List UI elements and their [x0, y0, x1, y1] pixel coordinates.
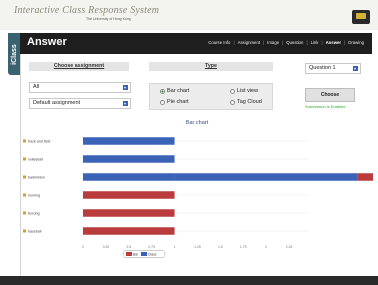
bar [83, 191, 175, 199]
bar [83, 173, 175, 181]
choose-assignment-heading: Choose assignment [29, 62, 129, 71]
x-tick-label: 1 [174, 245, 176, 249]
submission-status: Submission is Enabled [305, 104, 346, 109]
x-tick-label: 2 [265, 245, 267, 249]
nav-course-info[interactable]: Course Info [208, 40, 230, 45]
radio-bar-chart[interactable]: Bar chart [160, 88, 189, 94]
chart-type-box: Bar chart List view Pie chart Tag Cloud [149, 83, 273, 110]
category-label: track and field [28, 140, 50, 144]
page-title: Answer [27, 36, 67, 48]
nav-menu: Course Info | Assignment | Image | Question… [208, 40, 364, 45]
nav-assignment[interactable]: Assignment [238, 40, 260, 45]
radio-unchecked-icon [230, 88, 235, 94]
category-bullet-icon [23, 175, 26, 179]
nav-drawing[interactable]: Drawing [348, 40, 364, 45]
x-tick-label: 1.75 [240, 245, 247, 249]
assignment-filter-value: All [33, 84, 40, 90]
assignment-value: Default assignment [33, 100, 81, 106]
category-label: badminton [28, 176, 45, 180]
legend-swatch [126, 252, 132, 256]
nav-answer[interactable]: Answer [326, 40, 342, 45]
top-navigation-bar: Answer Course Info | Assignment | Image | Q… [20, 33, 372, 54]
legend-label: Bar [133, 253, 139, 257]
radio-pie-chart[interactable]: Pie chart [160, 99, 189, 105]
bar [174, 173, 358, 181]
x-tick-label: 1.5 [218, 245, 223, 249]
chevron-down-icon [123, 101, 128, 106]
nav-link[interactable]: Link [311, 40, 319, 45]
bar-chart: track and field volleyball badminton runnin… [23, 137, 373, 258]
category-bullet-icon [23, 211, 26, 215]
category-label: running [28, 194, 40, 198]
chevron-down-icon [353, 66, 358, 71]
side-tab-label: iClass [10, 43, 18, 65]
legend-label: Class [148, 253, 157, 257]
type-heading: Type [149, 62, 273, 71]
radio-label: List view [237, 88, 259, 94]
radio-tag-cloud[interactable]: Tag Cloud [230, 99, 262, 105]
category-label: baseball [28, 230, 42, 234]
x-tick-label: 2.25 [286, 245, 293, 249]
category-label: volleyball [28, 158, 43, 162]
radio-unchecked-icon [230, 99, 235, 105]
answer-panel: Choose assignment All Default assignment… [20, 54, 373, 276]
radio-list-view[interactable]: List view [230, 88, 258, 94]
category-bullet-icon [23, 139, 26, 143]
category-label: fencing [28, 212, 40, 216]
bar [357, 173, 373, 181]
radio-label: Bar chart [167, 88, 190, 94]
category-bullet-icon [23, 229, 26, 233]
radio-label: Tag Cloud [237, 99, 262, 105]
chart-title: Bar chart [185, 120, 209, 126]
chevron-down-icon [123, 85, 128, 90]
category-bullet-icon [23, 193, 26, 197]
x-tick-label: 0.5 [126, 245, 131, 249]
x-tick-label: 0 [82, 245, 84, 249]
bar [83, 137, 175, 145]
logo-title: Interactive Class Response System [14, 5, 160, 16]
choose-button[interactable]: Choose [305, 88, 355, 102]
radio-label: Pie chart [167, 99, 189, 105]
nav-question[interactable]: Question [286, 40, 303, 45]
bar [83, 227, 175, 235]
x-tick-label: 1.25 [194, 245, 201, 249]
footer-bar [0, 276, 378, 285]
assignment-select[interactable]: Default assignment [29, 98, 131, 109]
legend-swatch [141, 252, 147, 256]
monitor-icon[interactable] [352, 10, 370, 24]
app-header: Interactive Class Response System The Un… [0, 0, 378, 30]
radio-unchecked-icon [160, 99, 165, 105]
x-tick-label: 0.75 [148, 245, 155, 249]
question-select[interactable]: Question 1 [305, 63, 361, 74]
question-value: Question 1 [309, 65, 336, 71]
logo-subtitle: The University of Hong Kong [86, 17, 131, 21]
side-tab[interactable]: iClass [8, 33, 20, 75]
assignment-filter-select[interactable]: All [29, 82, 131, 93]
bar [83, 155, 175, 163]
nav-image[interactable]: Image [267, 40, 279, 45]
category-bullet-icon [23, 157, 26, 161]
bar [83, 209, 175, 217]
radio-checked-icon [160, 88, 165, 94]
x-tick-label: 0.25 [103, 245, 110, 249]
